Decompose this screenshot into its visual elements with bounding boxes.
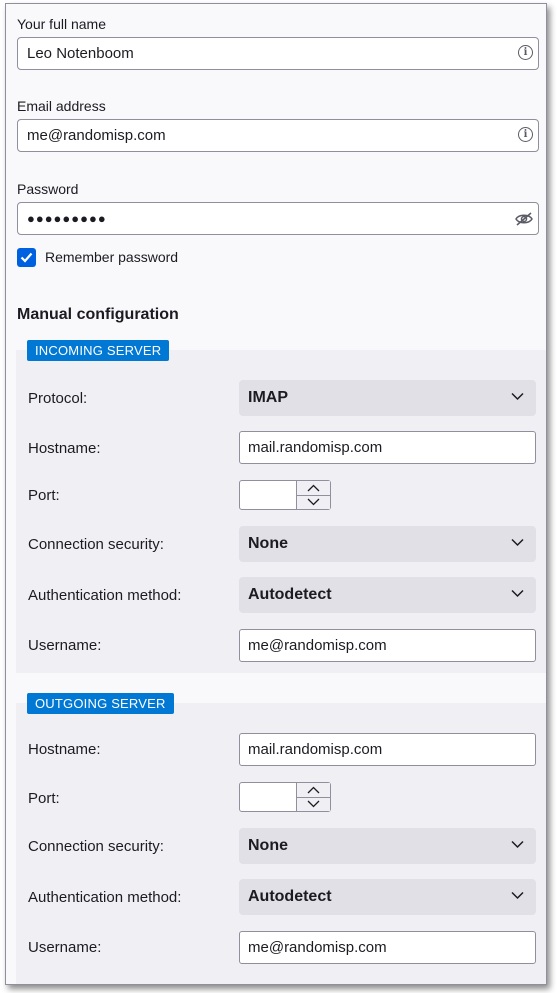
incoming-port-stepper[interactable] xyxy=(239,480,331,510)
chevron-up-icon xyxy=(307,484,320,492)
incoming-username-label: Username: xyxy=(28,637,102,654)
remember-password-label: Remember password xyxy=(45,249,179,265)
outgoing-hostname-label: Hostname: xyxy=(28,741,101,758)
incoming-port-decrement[interactable] xyxy=(297,495,330,509)
outgoing-auth-label: Authentication method: xyxy=(28,889,182,906)
remember-password-checkbox[interactable] xyxy=(17,248,36,267)
incoming-security-select[interactable]: None xyxy=(239,526,536,562)
incoming-hostname-label: Hostname: xyxy=(28,440,101,457)
incoming-security-label: Connection security: xyxy=(28,536,164,553)
info-icon[interactable]: i xyxy=(518,127,533,142)
chevron-down-icon xyxy=(511,538,524,547)
incoming-protocol-label: Protocol: xyxy=(28,390,88,407)
outgoing-port-spin-buttons xyxy=(296,783,330,811)
incoming-hostname-input[interactable]: mail.randomisp.com xyxy=(239,431,536,464)
email-input[interactable]: me@randomisp.com i xyxy=(17,119,539,152)
outgoing-security-label: Connection security: xyxy=(28,838,164,855)
chevron-down-icon xyxy=(511,840,524,849)
chevron-down-icon xyxy=(511,392,524,401)
outgoing-username-label: Username: xyxy=(28,939,102,956)
email-value: me@randomisp.com xyxy=(27,127,166,144)
email-label: Email address xyxy=(17,98,106,114)
incoming-port-spin-buttons xyxy=(296,481,330,509)
full-name-value: Leo Notenboom xyxy=(27,45,134,62)
incoming-protocol-value: IMAP xyxy=(248,389,288,406)
account-setup-window: Your full name Leo Notenboom i Email add… xyxy=(5,3,547,985)
incoming-auth-label: Authentication method: xyxy=(28,587,182,604)
outgoing-port-stepper[interactable] xyxy=(239,782,331,812)
chevron-down-icon xyxy=(307,498,320,506)
outgoing-auth-value: Autodetect xyxy=(248,888,332,905)
incoming-protocol-select[interactable]: IMAP xyxy=(239,380,536,416)
password-label: Password xyxy=(17,181,79,197)
incoming-port-increment[interactable] xyxy=(297,481,330,496)
full-name-label: Your full name xyxy=(17,16,106,32)
outgoing-username-input[interactable]: me@randomisp.com xyxy=(239,931,536,964)
outgoing-security-select[interactable]: None xyxy=(239,828,536,864)
outgoing-port-label: Port: xyxy=(28,790,60,807)
password-input[interactable]: ●●●●●●●●● xyxy=(17,202,539,235)
outgoing-security-value: None xyxy=(248,837,288,854)
info-icon[interactable]: i xyxy=(518,45,533,60)
outgoing-server-badge: OUTGOING SERVER xyxy=(27,693,174,714)
incoming-security-value: None xyxy=(248,535,288,552)
incoming-username-input[interactable]: me@randomisp.com xyxy=(239,629,536,662)
chevron-down-icon xyxy=(307,800,320,808)
incoming-port-label: Port: xyxy=(28,487,60,504)
checkmark-icon xyxy=(20,252,33,263)
outgoing-port-decrement[interactable] xyxy=(297,797,330,811)
full-name-input[interactable]: Leo Notenboom i xyxy=(17,37,539,70)
incoming-auth-value: Autodetect xyxy=(248,586,332,603)
incoming-auth-select[interactable]: Autodetect xyxy=(239,577,536,613)
chevron-down-icon xyxy=(511,589,524,598)
hide-password-icon[interactable] xyxy=(514,211,534,227)
chevron-down-icon xyxy=(511,891,524,900)
outgoing-hostname-input[interactable]: mail.randomisp.com xyxy=(239,733,536,766)
chevron-up-icon xyxy=(307,786,320,794)
outgoing-port-increment[interactable] xyxy=(297,783,330,798)
manual-config-title: Manual configuration xyxy=(17,306,179,323)
incoming-server-badge: INCOMING SERVER xyxy=(27,340,170,361)
outgoing-auth-select[interactable]: Autodetect xyxy=(239,879,536,915)
password-value: ●●●●●●●●● xyxy=(27,211,107,226)
